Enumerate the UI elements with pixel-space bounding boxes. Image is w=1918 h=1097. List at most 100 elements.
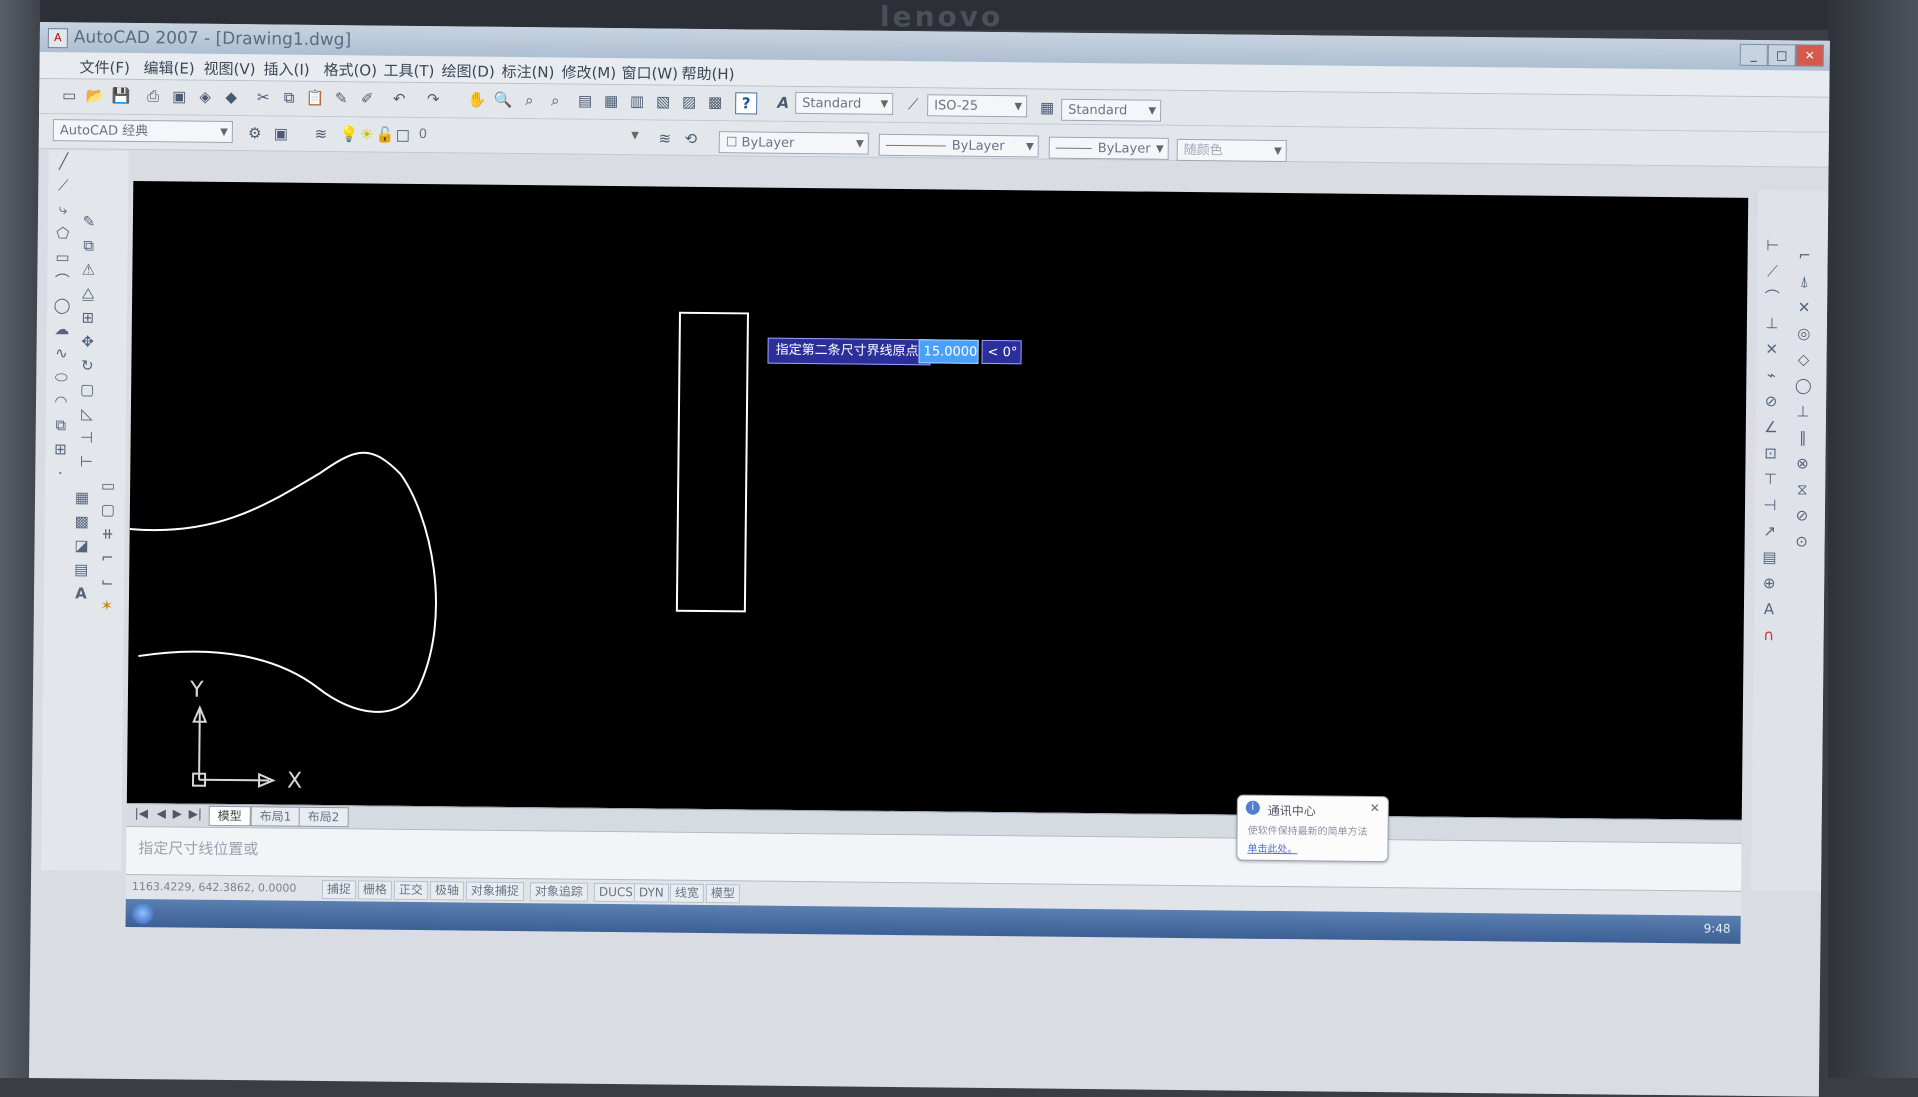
open-file-icon[interactable]: 📂 — [85, 85, 105, 105]
table-style-dropdown[interactable]: Standard ▼ — [1061, 98, 1162, 122]
continue-dimension-icon[interactable]: ⊣ — [1759, 494, 1781, 516]
text-style-dropdown[interactable]: Standard ▼ — [795, 91, 894, 115]
multiline-text-icon[interactable]: A — [70, 582, 92, 604]
balloon-close-icon[interactable]: ✕ — [1370, 801, 1380, 815]
text-style-icon[interactable]: A — [773, 93, 793, 113]
tolerance-icon[interactable]: ▤ — [1758, 546, 1780, 568]
cursor-coordinates[interactable]: 1163.4229, 642.3862, 0.0000 — [132, 880, 297, 895]
workspace-dropdown[interactable]: AutoCAD 经典 ▼ — [52, 119, 233, 144]
menu-modify[interactable]: 修改(M) — [561, 61, 616, 83]
zoom-previous-icon[interactable]: ⌕ — [545, 90, 565, 110]
menu-edit[interactable]: 编辑(E) — [143, 57, 194, 79]
arc-icon[interactable]: ⌒ — [51, 270, 73, 292]
offset-icon[interactable]: ⧋ — [77, 282, 99, 304]
previous-tab-icon[interactable]: ◀ — [157, 806, 166, 820]
baseline-dimension-icon[interactable]: ⊤ — [1759, 468, 1781, 490]
layer-previous-icon[interactable]: ⟲ — [681, 129, 701, 149]
publish-icon[interactable]: ◈ — [195, 87, 215, 107]
quick-leader-icon[interactable]: ↗ — [1759, 520, 1781, 542]
mirror-icon[interactable]: ⚠ — [77, 258, 99, 280]
otrack-toggle[interactable]: 对象追踪 — [529, 882, 589, 902]
zoom-window-icon[interactable]: ⌕ — [519, 90, 539, 110]
menu-insert[interactable]: 插入(I) — [263, 58, 309, 79]
object-snap-tangent-icon[interactable]: ◯ — [1792, 374, 1814, 396]
cut-icon[interactable]: ✂ — [253, 87, 273, 107]
menu-draw[interactable]: 绘图(D) — [441, 60, 494, 82]
line-icon[interactable]: ╱ — [52, 150, 74, 172]
object-snap-quadrant-icon[interactable]: ◇ — [1792, 348, 1814, 370]
fillet-corner-icon[interactable]: ⌙ — [96, 571, 118, 593]
point-icon[interactable]: · — [49, 462, 71, 484]
layer-dropdown[interactable]: ▼ — [413, 123, 643, 147]
pan-icon[interactable]: ✋ — [467, 89, 487, 109]
close-button[interactable]: ✕ — [1795, 44, 1824, 67]
table-style-icon[interactable]: ▦ — [1037, 97, 1057, 117]
redo-icon[interactable]: ↷ — [423, 89, 443, 109]
object-snap-parallel-icon[interactable]: ∥ — [1792, 426, 1814, 448]
explode-icon[interactable]: ✶ — [96, 595, 118, 617]
object-snap-endpoint-icon[interactable]: ⌐ — [1794, 244, 1816, 266]
3d-dwf-icon[interactable]: ◆ — [221, 87, 241, 107]
object-snap-intersection-icon[interactable]: ✕ — [1793, 296, 1815, 318]
match-properties-icon[interactable]: ✎ — [331, 88, 351, 108]
tab-layout2[interactable]: 布局2 — [298, 806, 349, 828]
ellipse-arc-icon[interactable]: ◠ — [50, 390, 72, 412]
menu-help[interactable]: 帮助(H) — [681, 63, 734, 85]
object-snap-settings-icon[interactable]: ⊙ — [1791, 530, 1813, 552]
ordinate-dimension-icon[interactable]: ⊥ — [1761, 312, 1783, 334]
balloon-link[interactable]: 单击此处。 — [1247, 840, 1297, 856]
polygon-icon[interactable]: ⬠ — [52, 222, 74, 244]
lineweight-control-dropdown[interactable]: ByLayer ▼ — [1048, 136, 1169, 160]
menu-dimension[interactable]: 标注(N) — [501, 61, 554, 83]
polyline-icon[interactable]: ⤷ — [52, 198, 74, 220]
circle-icon[interactable]: ◯ — [51, 294, 73, 316]
dimension-text-edit-icon[interactable]: ∩ — [1758, 624, 1780, 646]
arc-length-icon[interactable]: ⌒ — [1761, 286, 1783, 308]
menu-format[interactable]: 格式(O) — [323, 59, 377, 81]
drawing-canvas[interactable]: Y X 指定第二条尺寸界线原点: 15.0000 < 0° — [126, 180, 1749, 820]
extend-icon[interactable]: ⊢ — [75, 450, 97, 472]
object-snap-perpendicular-icon[interactable]: ⊥ — [1792, 400, 1814, 422]
layer-color-icon[interactable]: □ — [393, 125, 413, 145]
maximize-button[interactable]: □ — [1767, 44, 1796, 67]
array-icon[interactable]: ⊞ — [77, 306, 99, 328]
copy-icon[interactable]: ⧉ — [279, 88, 299, 108]
dyn-toggle[interactable]: DYN — [633, 883, 669, 903]
rectangle-icon[interactable]: ▭ — [51, 246, 73, 268]
next-tab-icon[interactable]: ▶ — [173, 806, 182, 820]
region-icon[interactable]: ◪ — [70, 534, 92, 556]
ellipse-icon[interactable]: ⬭ — [50, 366, 72, 388]
grid-toggle[interactable]: 栅格 — [357, 880, 393, 900]
markup-icon[interactable]: ▨ — [679, 92, 699, 112]
model-toggle[interactable]: 模型 — [705, 884, 741, 904]
quick-dimension-icon[interactable]: ⊡ — [1759, 442, 1781, 464]
snap-toggle[interactable]: 捕捉 — [321, 880, 357, 900]
scale-icon[interactable]: ▢ — [76, 378, 98, 400]
plot-preview-icon[interactable]: ▣ — [169, 86, 189, 106]
color-control-dropdown[interactable]: ☐ ByLayer ▼ — [718, 131, 869, 155]
undo-icon[interactable]: ↶ — [389, 89, 409, 109]
last-tab-icon[interactable]: ▶| — [189, 807, 202, 821]
fillet-icon[interactable]: ⌐ — [96, 547, 118, 569]
print-icon[interactable]: ⎙ — [143, 86, 163, 106]
table-icon[interactable]: ▤ — [70, 558, 92, 580]
paste-icon[interactable]: 📋 — [305, 88, 325, 108]
ducs-toggle[interactable]: DUCS — [593, 882, 639, 903]
drawn-rectangle[interactable] — [675, 311, 749, 613]
join-icon[interactable]: ▢ — [97, 499, 119, 521]
help-icon[interactable]: ? — [735, 92, 758, 115]
dimension-edit-icon[interactable]: A — [1758, 598, 1780, 620]
object-snap-nearest-icon[interactable]: ⧖ — [1791, 478, 1813, 500]
erase-icon[interactable]: ✎ — [78, 210, 100, 232]
aligned-dimension-icon[interactable]: ⟋ — [1761, 260, 1783, 282]
construction-line-icon[interactable]: ⟋ — [52, 174, 74, 196]
rotate-icon[interactable]: ↻ — [76, 354, 98, 376]
menu-tools[interactable]: 工具(T) — [383, 60, 434, 82]
linetype-control-dropdown[interactable]: ByLayer ▼ — [878, 133, 1039, 158]
minimize-button[interactable]: _ — [1739, 43, 1768, 67]
trim-icon[interactable]: ⊣ — [76, 426, 98, 448]
angular-dimension-icon[interactable]: ∠ — [1760, 416, 1782, 438]
properties-icon[interactable]: ▤ — [575, 91, 595, 111]
zoom-realtime-icon[interactable]: 🔍 — [493, 90, 513, 110]
object-snap-midpoint-icon[interactable]: ⍋ — [1793, 270, 1815, 292]
